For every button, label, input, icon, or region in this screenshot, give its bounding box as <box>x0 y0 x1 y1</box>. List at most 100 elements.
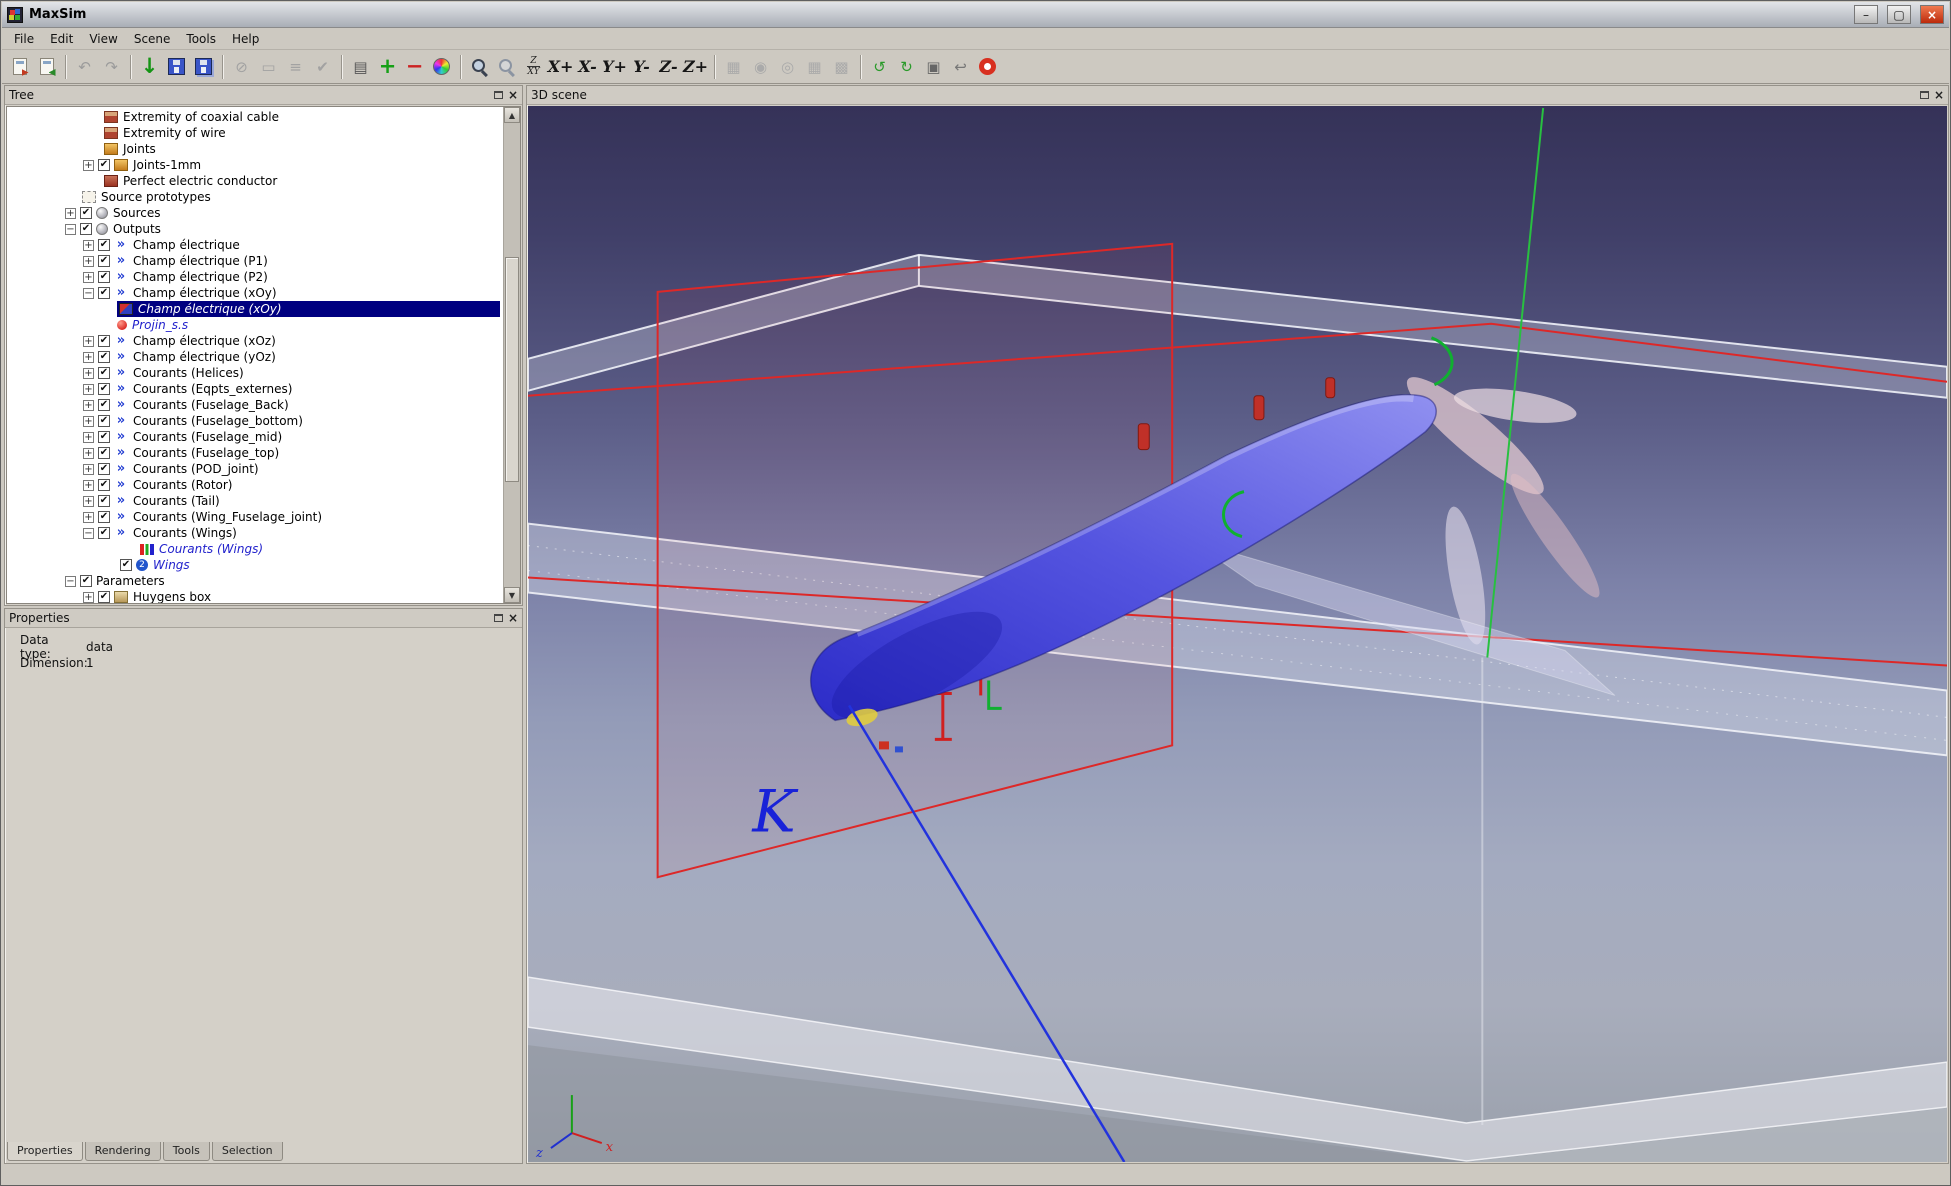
tree-checkbox[interactable]: ✔ <box>98 495 110 507</box>
tree-checkbox[interactable]: ✔ <box>98 335 110 347</box>
tree-expander[interactable]: − <box>83 527 94 539</box>
add-item-button[interactable]: + <box>374 53 401 80</box>
tree-expander[interactable]: + <box>83 591 94 603</box>
tree-expander[interactable]: + <box>83 383 94 395</box>
tree-expander[interactable]: + <box>83 367 94 379</box>
menu-view[interactable]: View <box>81 29 125 49</box>
screenshot-button[interactable]: ▣ <box>920 53 947 80</box>
tree-checkbox[interactable]: ✔ <box>98 479 110 491</box>
import-model-button[interactable] <box>6 53 33 80</box>
tree-item[interactable]: + ✔ » Courants (Wing_Fuselage_joint) <box>7 509 502 525</box>
close-button[interactable]: × <box>1920 5 1944 24</box>
remove-item-button[interactable]: − <box>401 53 428 80</box>
tree-checkbox[interactable]: ✔ <box>98 415 110 427</box>
menu-tools[interactable]: Tools <box>178 29 224 49</box>
view-z-plus-button[interactable]: Z+ <box>682 53 709 80</box>
tree-item[interactable]: − ✔ Parameters <box>7 573 502 589</box>
minimize-button[interactable]: – <box>1854 5 1878 24</box>
tree-expander[interactable]: + <box>65 207 76 219</box>
tree-checkbox[interactable]: ✔ <box>98 351 110 363</box>
tree-item[interactable]: Courants (Wings) <box>7 541 502 557</box>
tree-expander[interactable]: − <box>65 575 76 587</box>
tree-expander[interactable]: + <box>83 511 94 523</box>
validate-button[interactable]: ✔ <box>309 53 336 80</box>
tree-item[interactable]: + ✔ » Champ électrique (yOz) <box>7 349 502 365</box>
float-panel-icon[interactable] <box>493 91 503 99</box>
globe-view-button[interactable]: ◎ <box>774 53 801 80</box>
view-y-minus-button[interactable]: Y- <box>628 53 655 80</box>
stop-button[interactable]: ▭ <box>255 53 282 80</box>
tree-item[interactable]: + ✔ » Champ électrique (P2) <box>7 269 502 285</box>
scroll-down-icon[interactable]: ▼ <box>504 587 520 603</box>
tab-rendering[interactable]: Rendering <box>84 1142 161 1161</box>
tree-expander[interactable]: + <box>83 239 94 251</box>
scale-axes-button[interactable]: Z XY <box>520 53 547 80</box>
help-button[interactable] <box>974 53 1001 80</box>
undo-button[interactable]: ↶ <box>71 53 98 80</box>
tree-checkbox[interactable]: ✔ <box>98 255 110 267</box>
tree-item[interactable]: − ✔ Outputs <box>7 221 502 237</box>
snapshot-button[interactable]: ▤ <box>347 53 374 80</box>
tree-item[interactable]: + ✔ » Courants (Fuselage_Back) <box>7 397 502 413</box>
close-panel-icon[interactable]: × <box>508 612 518 624</box>
tree-expander[interactable]: + <box>83 159 94 171</box>
tree-item[interactable]: + ✔ » Courants (Fuselage_bottom) <box>7 413 502 429</box>
tree-item[interactable]: + ✔ » Champ électrique (xOz) <box>7 333 502 349</box>
tree-item[interactable]: − ✔ » Champ électrique (xOy) <box>7 285 502 301</box>
tree-expander[interactable]: + <box>83 335 94 347</box>
tree-item[interactable]: Extremity of coaxial cable <box>7 109 502 125</box>
tree-checkbox[interactable]: ✔ <box>98 447 110 459</box>
float-panel-icon[interactable] <box>1919 91 1929 99</box>
close-panel-icon[interactable]: × <box>508 89 518 101</box>
tree-item[interactable]: Joints <box>7 141 502 157</box>
tree-checkbox[interactable]: ✔ <box>98 463 110 475</box>
tree-expander[interactable]: + <box>83 431 94 443</box>
view-x-minus-button[interactable]: X- <box>574 53 601 80</box>
tree-expander[interactable]: + <box>83 495 94 507</box>
float-panel-icon[interactable] <box>493 614 503 622</box>
tree-item[interactable]: Source prototypes <box>7 189 502 205</box>
tree-expander[interactable]: + <box>83 351 94 363</box>
tree-checkbox[interactable]: ✔ <box>98 271 110 283</box>
scrollbar-thumb[interactable] <box>505 257 519 482</box>
tree-checkbox[interactable]: ✔ <box>98 399 110 411</box>
view-y-plus-button[interactable]: Y+ <box>601 53 628 80</box>
view-z-minus-button[interactable]: Z- <box>655 53 682 80</box>
tree-item[interactable]: + ✔ » Champ électrique <box>7 237 502 253</box>
rotate-left-button[interactable]: ↺ <box>866 53 893 80</box>
tree-expander[interactable]: − <box>83 287 94 299</box>
tree-item[interactable]: + ✔ Sources <box>7 205 502 221</box>
mesh-view-button[interactable]: ▦ <box>720 53 747 80</box>
view-x-plus-button[interactable]: X+ <box>547 53 574 80</box>
menu-help[interactable]: Help <box>224 29 267 49</box>
3d-viewport[interactable]: K x z <box>528 106 1947 1162</box>
tree-checkbox[interactable]: ✔ <box>98 287 110 299</box>
tab-properties[interactable]: Properties <box>7 1142 83 1161</box>
sphere-view-button[interactable]: ◉ <box>747 53 774 80</box>
tree-expander[interactable]: + <box>83 255 94 267</box>
tab-tools[interactable]: Tools <box>162 1142 210 1161</box>
cancel-button[interactable]: ⊘ <box>228 53 255 80</box>
tree-expander[interactable]: + <box>83 399 94 411</box>
save-button[interactable] <box>163 53 190 80</box>
import-results-button[interactable]: ↓ <box>136 53 163 80</box>
tree-checkbox[interactable]: ✔ <box>98 511 110 523</box>
menu-edit[interactable]: Edit <box>42 29 81 49</box>
tree-item[interactable]: + ✔ » Courants (Fuselage_mid) <box>7 429 502 445</box>
tree-checkbox[interactable]: ✔ <box>98 367 110 379</box>
tree-expander[interactable]: + <box>83 479 94 491</box>
tree-expander[interactable]: + <box>83 447 94 459</box>
tree-expander[interactable]: + <box>83 463 94 475</box>
table-view-button[interactable]: ▦ <box>801 53 828 80</box>
tree-checkbox[interactable]: ✔ <box>80 575 92 587</box>
menu-file[interactable]: File <box>6 29 42 49</box>
tree-checkbox[interactable]: ✔ <box>98 383 110 395</box>
tree-item[interactable]: − ✔ » Courants (Wings) <box>7 525 502 541</box>
tree-checkbox[interactable]: ✔ <box>98 159 110 171</box>
tree-item[interactable]: + ✔ » Courants (Helices) <box>7 365 502 381</box>
tree-item[interactable]: ✔ 2 Wings <box>7 557 502 573</box>
color-palette-button[interactable] <box>428 53 455 80</box>
zoom-region-button[interactable] <box>493 53 520 80</box>
tree-checkbox[interactable]: ✔ <box>120 559 132 571</box>
tree-checkbox[interactable]: ✔ <box>98 431 110 443</box>
